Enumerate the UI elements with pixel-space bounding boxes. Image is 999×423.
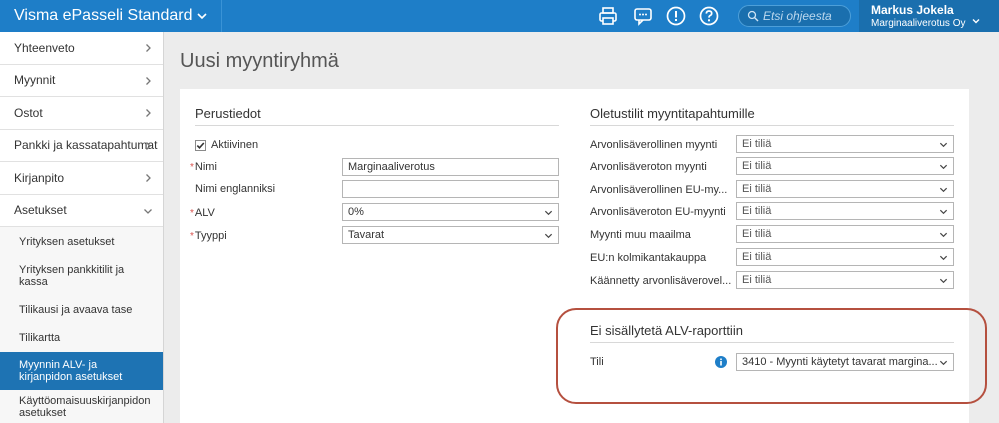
- search-icon: [747, 10, 759, 22]
- default-label-4: Myynti muu maailma: [590, 229, 691, 241]
- name-field[interactable]: Marginaaliverotus: [342, 158, 559, 176]
- user-name: Markus Jokela: [871, 3, 954, 17]
- chevron-down-icon: [144, 208, 152, 214]
- section-title-defaults: Oletustilit myyntitapahtumille: [590, 106, 954, 126]
- chevron-down-icon: [544, 210, 553, 216]
- alert-icon[interactable]: [665, 5, 687, 27]
- sidebar-item-pankki[interactable]: Pankki ja kassatapahtumat: [0, 130, 163, 162]
- chevron-down-icon: [939, 255, 948, 261]
- default-select-0[interactable]: Ei tiliä: [736, 135, 954, 153]
- sidebar-subitem-tilikartta[interactable]: Tilikartta: [0, 324, 163, 352]
- chevron-down-icon: [939, 278, 948, 284]
- sidebar-item-ostot[interactable]: Ostot: [0, 97, 163, 130]
- chevron-right-icon: [146, 76, 151, 85]
- default-value: Ei tiliä: [742, 160, 772, 172]
- sidebar-item-label: Pankki ja kassatapahtumat: [14, 138, 158, 153]
- required-marker: *: [190, 231, 194, 242]
- sidebar-subitem-kayttoomaisuus[interactable]: Käyttöomaisuuskirjanpidon asetukset: [0, 390, 163, 423]
- default-value: Ei tiliä: [742, 251, 772, 263]
- highlight-annotation: [556, 308, 987, 404]
- default-label-3: Arvonlisäveroton EU-myynti: [590, 206, 726, 218]
- sidebar-item-label: Asetukset: [14, 203, 67, 218]
- chevron-down-icon: [939, 142, 948, 148]
- default-label-0: Arvonlisäverollinen myynti: [590, 139, 718, 151]
- type-value: Tavarat: [348, 229, 385, 241]
- sidebar-item-label: Myynnit: [14, 73, 56, 88]
- section-title-basics: Perustiedot: [195, 106, 559, 126]
- sidebar-subitem-yrityksen-asetukset[interactable]: Yrityksen asetukset: [0, 227, 163, 257]
- default-value: Ei tiliä: [742, 138, 772, 150]
- print-icon[interactable]: [597, 5, 619, 27]
- name-label: *Nimi: [190, 161, 217, 173]
- chevron-down-icon: [939, 232, 948, 238]
- chevron-right-icon: [146, 109, 151, 117]
- app-title: Visma ePasseli Standard: [14, 7, 193, 24]
- required-marker: *: [190, 208, 194, 219]
- type-select[interactable]: Tavarat: [342, 226, 559, 244]
- sidebar: Yhteenveto Myynnit Ostot Pankki ja kassa…: [0, 32, 164, 423]
- sidebar-subitem-myynnin-alv[interactable]: Myynnin ALV- ja kirjanpidon asetukset: [0, 352, 163, 390]
- page-title: Uusi myyntiryhmä: [180, 50, 339, 72]
- default-value: Ei tiliä: [742, 228, 772, 240]
- help-search[interactable]: [738, 5, 851, 27]
- sidebar-item-label: Yhteenveto: [14, 40, 75, 55]
- sidebar-subitem-label: Käyttöomaisuuskirjanpidon asetukset: [19, 394, 151, 419]
- vat-value: 0%: [348, 206, 364, 218]
- chevron-down-icon: [939, 164, 948, 170]
- chat-icon[interactable]: [632, 5, 654, 27]
- default-value: Ei tiliä: [742, 274, 772, 286]
- sidebar-subitem-label: Tilikausi ja avaava tase: [19, 303, 133, 316]
- active-checkbox[interactable]: [195, 140, 206, 151]
- chevron-down-icon: [939, 209, 948, 215]
- sidebar-item-yhteenveto[interactable]: Yhteenveto: [0, 32, 163, 65]
- sidebar-subitem-label: Myynnin ALV- ja kirjanpidon asetukset: [19, 359, 123, 383]
- default-select-1[interactable]: Ei tiliä: [736, 157, 954, 175]
- sidebar-item-asetukset[interactable]: Asetukset: [0, 195, 163, 227]
- name-en-field[interactable]: [342, 180, 559, 198]
- default-select-2[interactable]: Ei tiliä: [736, 180, 954, 198]
- chevron-down-icon: [197, 13, 207, 20]
- help-icon[interactable]: [698, 5, 720, 27]
- app-switcher[interactable]: Visma ePasseli Standard: [0, 0, 222, 32]
- sidebar-item-label: Ostot: [14, 105, 43, 120]
- default-select-3[interactable]: Ei tiliä: [736, 202, 954, 220]
- chevron-right-icon: [146, 141, 151, 150]
- default-value: Ei tiliä: [742, 183, 772, 195]
- top-bar: Visma ePasseli Standard Markus Jokela Ma…: [0, 0, 999, 32]
- required-marker: *: [190, 162, 194, 173]
- default-select-6[interactable]: Ei tiliä: [736, 271, 954, 289]
- name-en-label: Nimi englanniksi: [195, 183, 276, 195]
- sidebar-subitem-pankkitilit[interactable]: Yrityksen pankkitilit ja kassa: [0, 257, 163, 295]
- vat-label: *ALV: [190, 207, 215, 219]
- sidebar-item-kirjanpito[interactable]: Kirjanpito: [0, 162, 163, 195]
- sidebar-subitem-label: Tilikartta: [19, 332, 61, 344]
- type-label: *Tyyppi: [190, 230, 227, 242]
- sidebar-subitem-label: Yrityksen pankkitilit ja kassa: [19, 264, 125, 288]
- sidebar-item-myynnit[interactable]: Myynnit: [0, 65, 163, 97]
- default-select-5[interactable]: Ei tiliä: [736, 248, 954, 266]
- sidebar-subitem-tilikausi[interactable]: Tilikausi ja avaava tase: [0, 295, 163, 324]
- vat-select[interactable]: 0%: [342, 203, 559, 221]
- chevron-right-icon: [146, 44, 151, 52]
- sidebar-item-label: Kirjanpito: [14, 170, 65, 185]
- default-label-6: Käännetty arvonlisäverovel...: [590, 275, 732, 287]
- name-label-text: Nimi: [194, 161, 217, 173]
- chevron-down-icon: [544, 233, 553, 239]
- active-label: Aktiivinen: [211, 139, 259, 151]
- default-label-5: EU:n kolmikantakauppa: [590, 252, 707, 264]
- type-label-text: Tyyppi: [194, 230, 227, 242]
- chevron-down-icon: [939, 187, 948, 193]
- default-label-2: Arvonlisäverollinen EU-my...: [590, 184, 728, 196]
- sidebar-subitem-label: Yrityksen asetukset: [19, 236, 115, 248]
- search-input[interactable]: [763, 9, 843, 23]
- default-select-4[interactable]: Ei tiliä: [736, 225, 954, 243]
- vat-label-text: ALV: [194, 207, 215, 219]
- default-value: Ei tiliä: [742, 205, 772, 217]
- user-menu[interactable]: Markus Jokela Marginaaliverotus Oy: [859, 0, 999, 32]
- chevron-right-icon: [146, 174, 151, 182]
- default-label-1: Arvonlisäveroton myynti: [590, 161, 707, 173]
- chevron-down-icon: [972, 19, 980, 24]
